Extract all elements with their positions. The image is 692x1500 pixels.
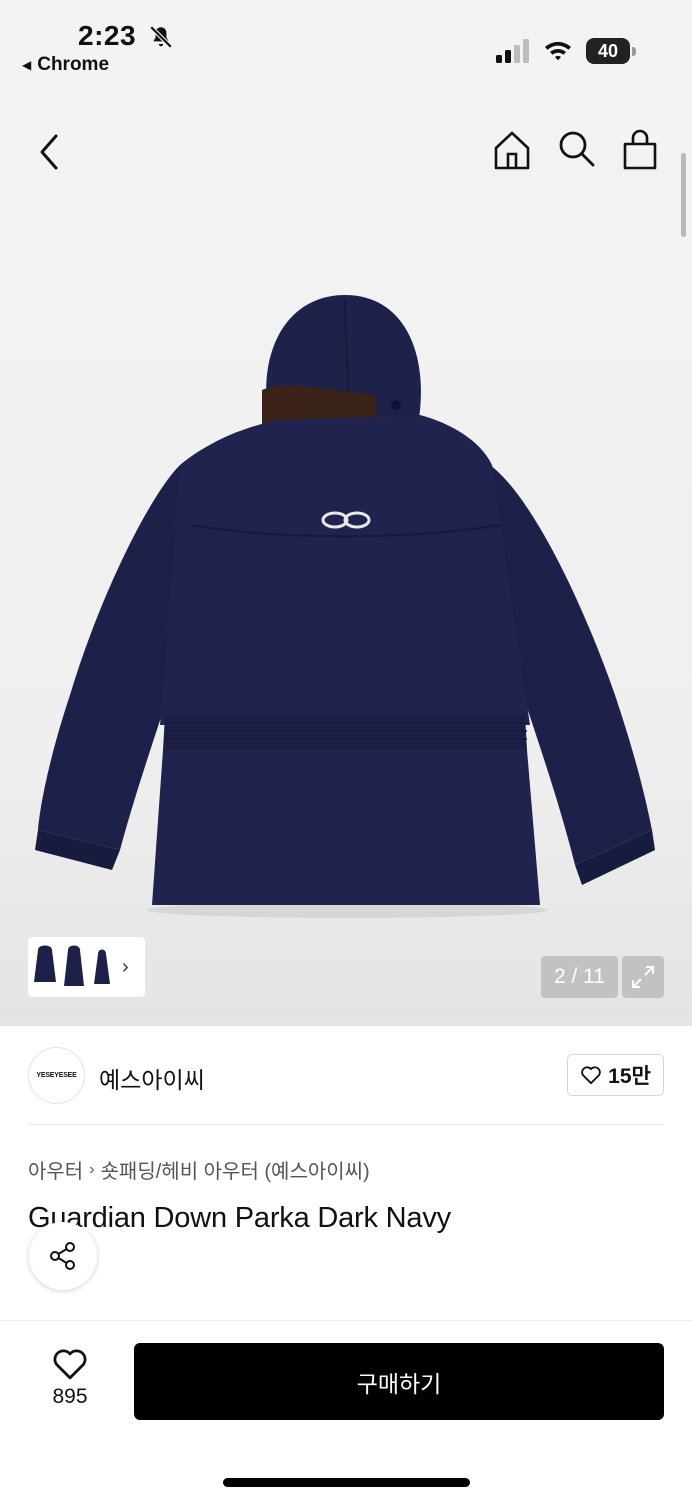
thumbnail-image[interactable] xyxy=(88,942,114,992)
brand-like-button[interactable]: 15만 xyxy=(567,1054,664,1096)
battery-icon: 40 xyxy=(586,38,636,64)
buy-button[interactable]: 구매하기 xyxy=(134,1343,664,1420)
status-bar: 2:23 ◀ Chrome 40 xyxy=(0,0,692,90)
search-icon[interactable] xyxy=(555,128,597,170)
bottom-action-bar: 895 구매하기 xyxy=(0,1320,692,1500)
chevron-right-icon[interactable]: › xyxy=(122,956,129,979)
brand-name[interactable]: 예스아이씨 xyxy=(99,1061,205,1095)
breadcrumb-item[interactable]: 숏패딩/헤비 아우터 (예스아이씨) xyxy=(101,1155,370,1184)
share-button[interactable] xyxy=(29,1222,97,1290)
battery-level: 40 xyxy=(586,38,630,64)
chevron-right-icon: › xyxy=(89,1160,95,1178)
heart-icon xyxy=(53,1349,87,1380)
expand-icon[interactable] xyxy=(622,956,664,998)
wishlist-count: 895 xyxy=(52,1385,88,1408)
thumbnail-strip[interactable]: › xyxy=(28,937,145,997)
chevron-left-icon[interactable] xyxy=(30,130,70,174)
back-to-app-link[interactable]: ◀ Chrome xyxy=(22,54,109,76)
home-indicator xyxy=(223,1478,470,1487)
wifi-icon xyxy=(545,41,571,61)
brand-avatar[interactable]: YESEYESEE xyxy=(28,1047,85,1104)
brand-row: YESEYESEE 예스아이씨 15만 xyxy=(0,1026,692,1126)
back-app-label: Chrome xyxy=(37,54,110,75)
breadcrumb-item[interactable]: 아우터 xyxy=(28,1155,83,1184)
wishlist-button[interactable]: 895 xyxy=(30,1347,110,1417)
bell-slash-icon xyxy=(149,25,173,49)
status-time: 2:23 xyxy=(78,20,137,51)
battery-tip xyxy=(632,47,636,56)
thumbnail-image[interactable] xyxy=(60,942,86,992)
thumbnail-image[interactable] xyxy=(32,942,58,992)
breadcrumb: 아우터 › 숏패딩/헤비 아우터 (예스아이씨) xyxy=(28,1155,370,1184)
back-triangle-icon: ◀ xyxy=(22,58,32,72)
share-icon xyxy=(50,1242,75,1270)
home-icon[interactable] xyxy=(490,128,534,172)
image-pager: 2 / 11 xyxy=(541,956,618,998)
product-image[interactable] xyxy=(30,295,660,920)
product-gallery[interactable]: › 2 / 11 xyxy=(0,90,692,1026)
shopping-bag-icon[interactable] xyxy=(619,128,661,172)
product-title: Guardian Down Parka Dark Navy xyxy=(28,1202,451,1234)
brand-logo-text: YESEYESEE xyxy=(36,1072,77,1079)
brand-like-count: 15만 xyxy=(608,1065,651,1088)
page-scrollbar[interactable] xyxy=(681,153,686,237)
heart-icon xyxy=(581,1066,601,1085)
signal-icon xyxy=(496,39,529,63)
divider xyxy=(28,1124,664,1125)
